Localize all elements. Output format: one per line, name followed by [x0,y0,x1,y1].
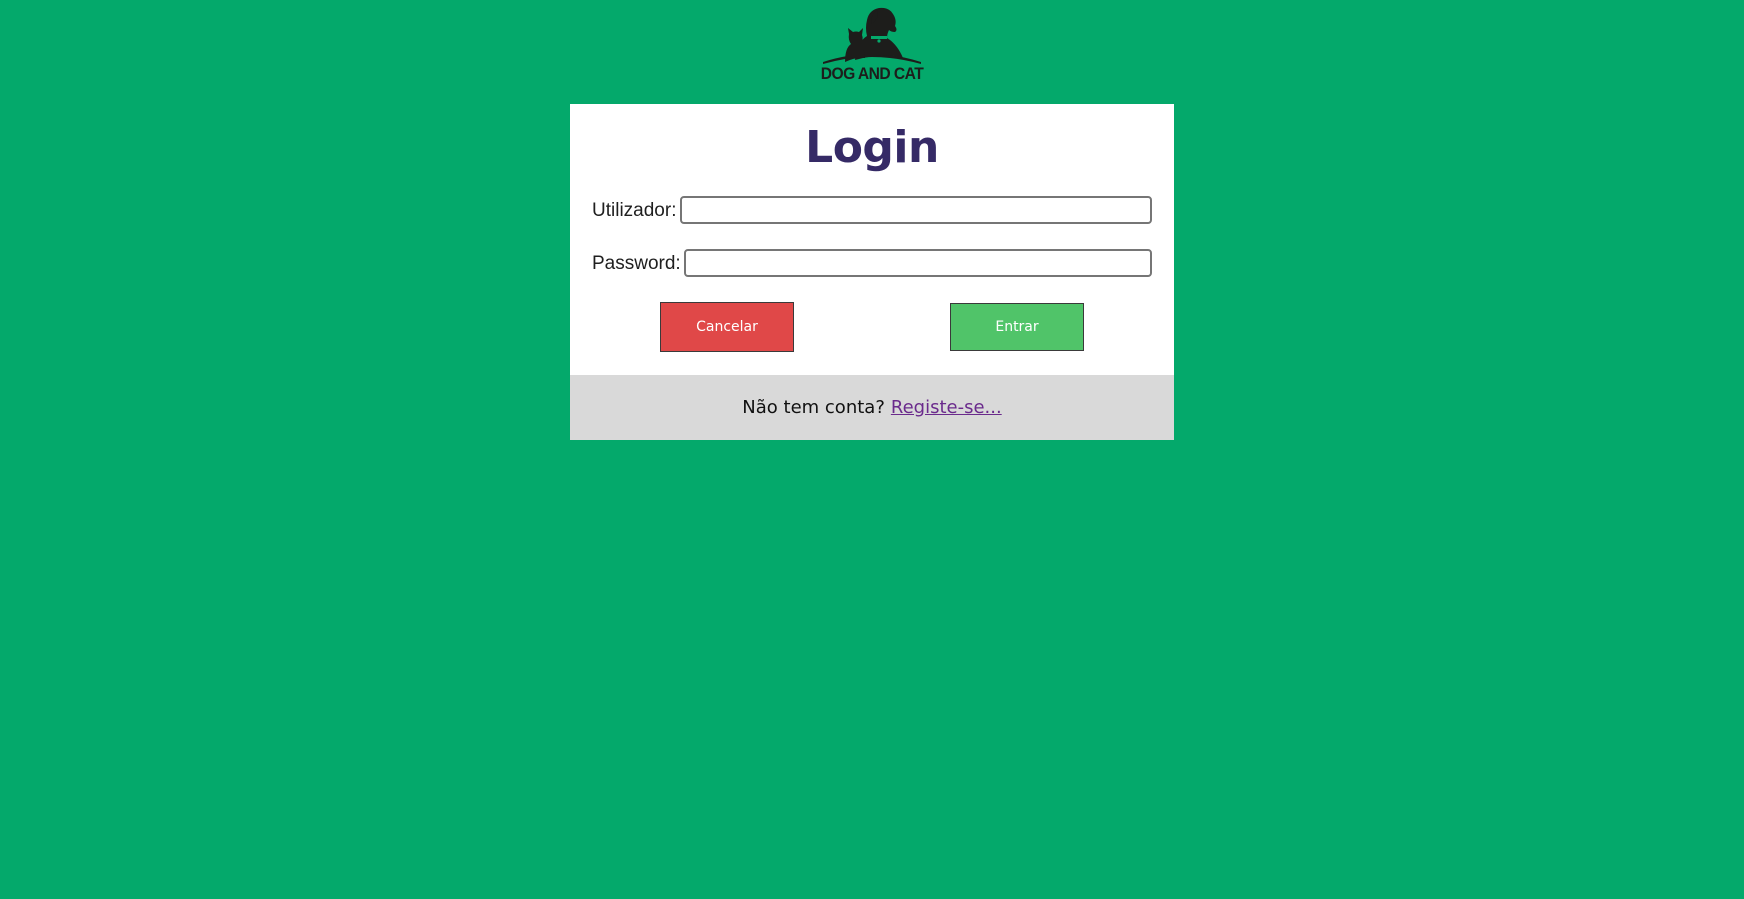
register-prompt: Não tem conta? [742,397,885,418]
register-footer: Não tem conta? Registe-se... [570,375,1174,440]
username-label: Utilizador: [592,200,677,221]
login-page: DOG AND CAT Login Utilizador: Password: … [0,0,1744,899]
cancel-button[interactable]: Cancelar [660,302,794,352]
username-input[interactable] [680,196,1152,224]
page-title: Login [805,122,939,173]
enter-button[interactable]: Entrar [950,303,1084,351]
register-link[interactable]: Registe-se... [891,397,1002,418]
password-input[interactable] [684,249,1152,277]
dog-and-cat-silhouette-icon [823,7,921,64]
logo: DOG AND CAT [815,4,929,88]
password-label: Password: [592,253,681,274]
logo-text: DOG AND CAT [820,64,924,83]
login-card: Login Utilizador: Password: Cancelar Ent… [570,104,1174,440]
